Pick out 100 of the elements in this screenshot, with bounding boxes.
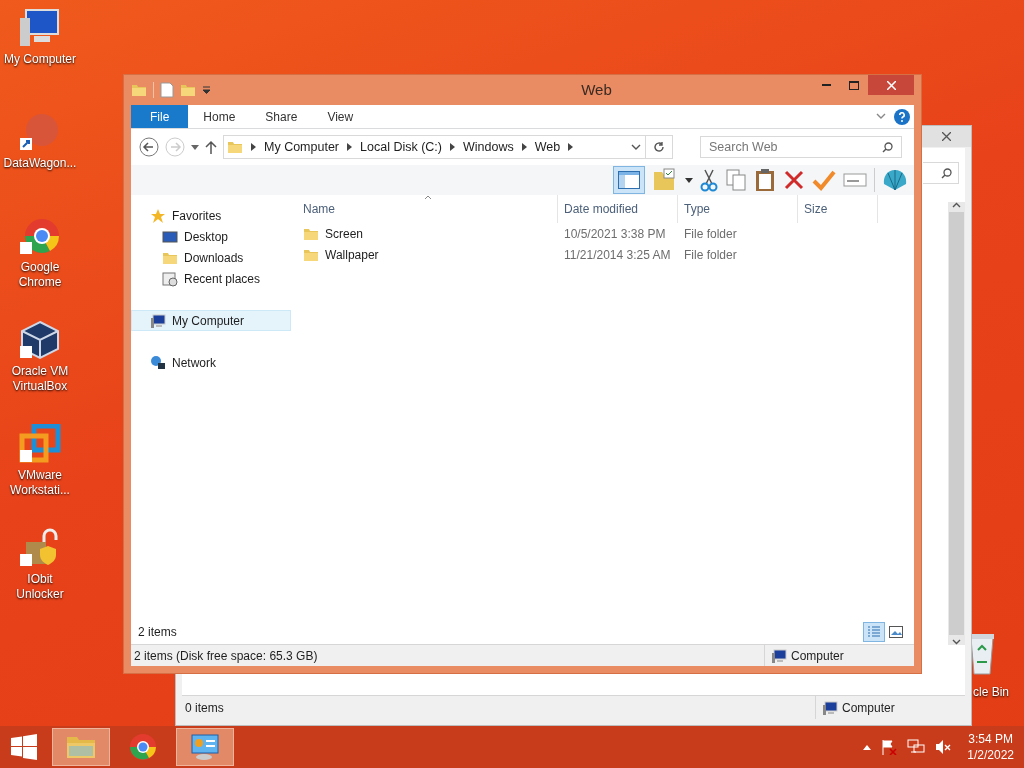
- preview-pane-button[interactable]: [613, 166, 645, 194]
- folder-check-icon[interactable]: [652, 168, 678, 192]
- desktop-icon-label[interactable]: cle Bin: [973, 683, 1010, 701]
- breadcrumb[interactable]: Web: [534, 137, 561, 157]
- scroll-down-icon: [952, 639, 961, 645]
- delete-icon[interactable]: [783, 169, 805, 191]
- recent-places-icon: [162, 270, 178, 287]
- dropdown-icon[interactable]: [202, 86, 211, 94]
- status-text: 2 items (Disk free space: 65.3 GB): [133, 647, 319, 665]
- star-icon: [150, 207, 166, 224]
- flag-icon[interactable]: [881, 739, 898, 755]
- close-button[interactable]: [921, 126, 971, 147]
- desktop-icon-label[interactable]: DataWagon...: [3, 156, 77, 171]
- desktop-icon-label[interactable]: Google Chrome: [2, 260, 78, 290]
- nav-item[interactable]: Recent places: [131, 268, 291, 289]
- column-header[interactable]: Date modified: [558, 195, 678, 223]
- search-field[interactable]: [923, 162, 959, 184]
- search-input[interactable]: Search Web: [709, 137, 882, 157]
- desktop-icon-label[interactable]: IObit Unlocker: [2, 572, 78, 602]
- nav-item[interactable]: Desktop: [131, 226, 291, 247]
- breadcrumb-arrow-icon[interactable]: [521, 143, 527, 151]
- up-arrow-icon[interactable]: [205, 140, 217, 154]
- taskbar-button[interactable]: [176, 728, 234, 766]
- clipboard-icon[interactable]: [754, 168, 776, 192]
- clock-time: 3:54 PM: [968, 731, 1013, 747]
- ribbon-tab[interactable]: File: [131, 105, 189, 128]
- date-modified: 10/5/2021 3:38 PM: [563, 225, 667, 243]
- computer-icon: [18, 8, 62, 48]
- clock[interactable]: 3:54 PM 1/2/2022: [967, 731, 1014, 763]
- network-icon: [150, 354, 166, 371]
- column-header[interactable]: Size: [798, 195, 878, 223]
- minimize-icon: [821, 83, 831, 87]
- computer-icon: [150, 312, 166, 329]
- breadcrumb-arrow-icon[interactable]: [347, 143, 353, 151]
- close-button[interactable]: [868, 75, 914, 95]
- new-folder-icon: [180, 82, 196, 98]
- ribbon-tab[interactable]: Home: [188, 105, 251, 128]
- rename-icon[interactable]: [843, 171, 867, 189]
- ribbon-tab[interactable]: View: [312, 105, 369, 128]
- chevron-down-icon[interactable]: [876, 113, 886, 120]
- file-name[interactable]: Screen: [325, 224, 364, 243]
- scrollbar[interactable]: [948, 202, 965, 645]
- help-icon[interactable]: [894, 108, 910, 125]
- speaker-muted-icon[interactable]: [935, 739, 952, 755]
- computer-icon: [822, 699, 838, 716]
- scissors-icon[interactable]: [700, 168, 718, 192]
- desktop-icon-label[interactable]: VMware Workstati...: [2, 468, 78, 498]
- nav-item[interactable]: My Computer: [131, 310, 291, 331]
- file-type: File folder: [683, 246, 738, 264]
- maximize-icon: [849, 80, 859, 90]
- dropdown-icon[interactable]: [685, 177, 693, 183]
- overlapping-squares-icon: [18, 424, 62, 464]
- status-text: 0 items: [184, 699, 225, 717]
- breadcrumb[interactable]: Windows: [463, 137, 514, 157]
- properties-icon[interactable]: [160, 82, 174, 98]
- windows-logo-icon: [11, 734, 37, 760]
- chevron-down-icon[interactable]: [631, 143, 641, 151]
- folder-icon: [131, 82, 147, 98]
- column-header[interactable]: Type: [678, 195, 798, 223]
- status-location: Computer: [842, 699, 895, 717]
- address-bar[interactable]: My Computer Local Disk (C:) Windows Web: [223, 135, 673, 159]
- folder-icon: [227, 139, 243, 155]
- nav-item[interactable]: Downloads: [131, 247, 291, 268]
- control-panel-icon: [190, 733, 220, 761]
- close-icon: [941, 132, 951, 141]
- chrome-icon: [18, 216, 62, 256]
- chrome-icon: [129, 733, 157, 761]
- monitor-icon: [162, 228, 178, 245]
- breadcrumb[interactable]: Local Disk (C:): [360, 137, 442, 157]
- date-modified: 11/21/2014 3:25 AM: [563, 246, 672, 264]
- breadcrumb-arrow-icon[interactable]: [251, 143, 256, 151]
- details-view-icon: [867, 626, 881, 638]
- caret-up-icon[interactable]: [863, 744, 872, 750]
- search-icon: [941, 167, 952, 179]
- file-type: File folder: [683, 225, 738, 243]
- dropdown-icon[interactable]: [191, 144, 199, 150]
- clock-date: 1/2/2022: [967, 747, 1014, 763]
- scroll-up-icon: [952, 202, 961, 208]
- nav-item[interactable]: Favorites: [131, 205, 291, 226]
- file-name[interactable]: Wallpaper: [325, 245, 379, 264]
- status-location: Computer: [791, 647, 844, 665]
- back-icon[interactable]: [139, 137, 159, 157]
- desktop-icon-label[interactable]: Oracle VM VirtualBox: [2, 364, 78, 394]
- window-title: Web: [580, 79, 613, 100]
- network-icon[interactable]: [907, 739, 926, 755]
- breadcrumb-arrow-icon[interactable]: [568, 143, 574, 151]
- refresh-icon[interactable]: [653, 141, 665, 153]
- breadcrumb[interactable]: My Computer: [264, 137, 340, 157]
- breadcrumb-arrow-icon[interactable]: [450, 143, 455, 151]
- large-icons-view-icon: [889, 626, 903, 638]
- item-count: 2 items: [138, 624, 178, 641]
- checkmark-icon[interactable]: [812, 169, 836, 191]
- layout-icon: [618, 171, 640, 189]
- cube-icon: [18, 320, 62, 360]
- nav-item[interactable]: Network: [131, 352, 291, 373]
- search-field[interactable]: Search Web: [700, 136, 902, 158]
- column-header[interactable]: Name: [297, 195, 558, 223]
- ribbon-tab[interactable]: Share: [250, 105, 313, 128]
- search-icon: [882, 141, 893, 153]
- shell-icon[interactable]: [882, 168, 908, 192]
